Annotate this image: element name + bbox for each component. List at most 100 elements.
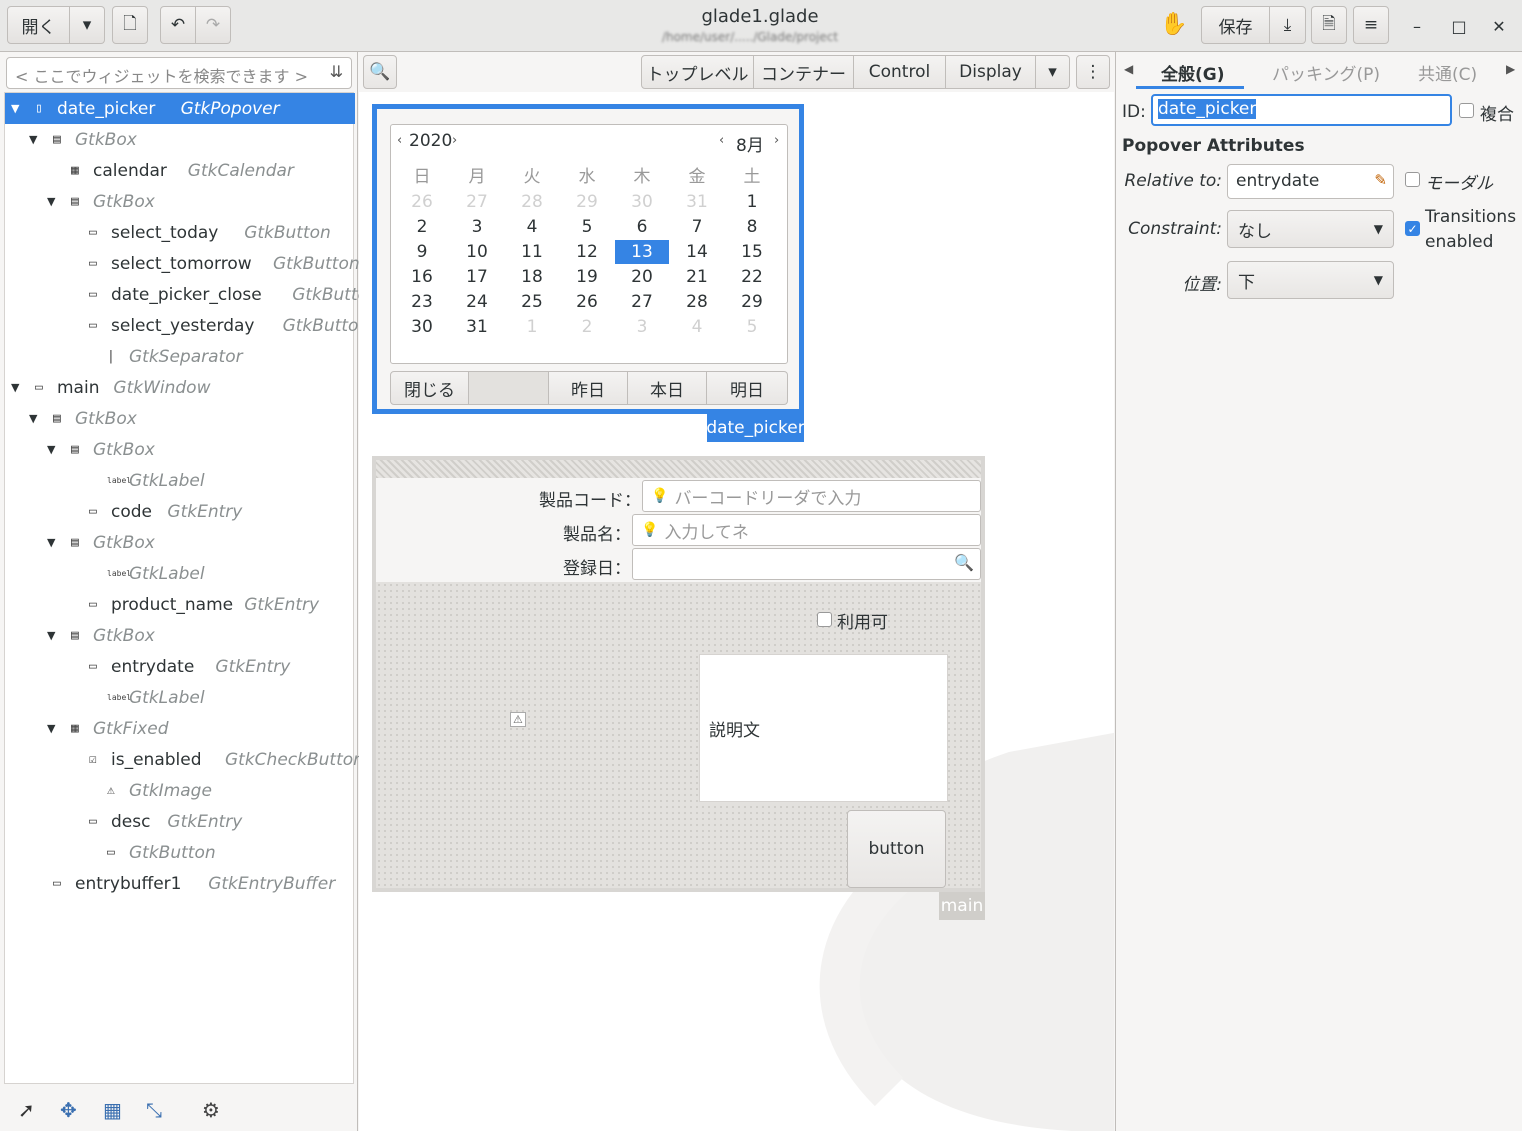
tab-control[interactable]: Control — [854, 55, 946, 89]
id-field[interactable]: date_picker — [1151, 94, 1452, 126]
calendar-day[interactable]: 27 — [450, 190, 504, 214]
tree-row[interactable]: ▭ desc GtkEntry — [5, 806, 355, 837]
palette-menu-icon[interactable]: ⋮ — [1076, 55, 1110, 89]
tab-general[interactable]: 全般(G) — [1161, 60, 1225, 85]
desc-entry[interactable]: 説明文 — [699, 654, 948, 802]
tree-row[interactable]: ▭ select_yesterday GtkButton — [5, 310, 369, 341]
constraint-combo[interactable]: なし ▼ — [1227, 210, 1394, 248]
code-entry[interactable]: 💡 バーコードリーダで入力 — [642, 480, 981, 512]
tab-scroll-left-icon[interactable]: ◀ — [1124, 62, 1133, 76]
yesterday-button[interactable]: 昨日 — [549, 371, 628, 405]
position-combo[interactable]: 下 ▼ — [1227, 261, 1394, 299]
calendar-day[interactable]: 12 — [560, 240, 614, 264]
tree-row[interactable]: ▼ ▤ GtkBox — [5, 186, 355, 217]
calendar-day[interactable]: 15 — [725, 240, 779, 264]
calendar-day[interactable]: 14 — [670, 240, 724, 264]
calendar-day[interactable]: 5 — [560, 215, 614, 239]
calendar-day[interactable]: 18 — [505, 265, 559, 289]
next-month-icon[interactable]: › — [774, 133, 779, 148]
calendar-day[interactable]: 21 — [670, 265, 724, 289]
tree-row[interactable]: ▭ product_name GtkEntry — [5, 589, 355, 620]
entrydate-entry[interactable]: 🔍 — [632, 548, 981, 580]
gears-icon[interactable]: ⚙ — [202, 1098, 220, 1122]
prev-year-icon[interactable]: ‹ — [397, 133, 402, 148]
calendar-day[interactable]: 1 — [505, 315, 559, 339]
calendar-day[interactable]: 4 — [505, 215, 559, 239]
search-icon[interactable]: 🔍 — [954, 553, 974, 572]
tree-row[interactable]: ▼ ▤ GtkBox — [5, 403, 355, 434]
calendar-day[interactable]: 30 — [615, 190, 669, 214]
new-document-icon[interactable]: 🗋 — [112, 6, 148, 44]
calendar-day[interactable]: 2 — [560, 315, 614, 339]
tree-row[interactable]: ▭ select_tomorrow GtkButton — [5, 248, 360, 279]
save-as-icon[interactable]: ⤓ — [1270, 6, 1306, 44]
calendar-day[interactable]: 17 — [450, 265, 504, 289]
tab-scroll-right-icon[interactable]: ▶ — [1506, 62, 1515, 76]
calendar-day[interactable]: 3 — [450, 215, 504, 239]
tree-row[interactable]: ▭ date_picker_close GtkButton — [5, 279, 379, 310]
main-window[interactable]: 製品コード： 💡 バーコードリーダで入力 製品名： 💡 入力してネ 登録日： 🔍… — [372, 456, 985, 892]
calendar-day[interactable]: 6 — [615, 215, 669, 239]
tree-row[interactable]: | GtkSeparator — [5, 341, 355, 372]
calendar-day[interactable]: 25 — [505, 290, 559, 314]
calendar-day[interactable]: 31 — [450, 315, 504, 339]
tree-row[interactable]: ▭ GtkButton — [5, 837, 355, 868]
tree-row[interactable]: label GtkLabel — [5, 682, 355, 713]
calendar-day[interactable]: 1 — [725, 190, 779, 214]
tab-display[interactable]: Display — [946, 55, 1036, 89]
minimize-icon[interactable]: – — [1405, 14, 1429, 38]
calendar-day[interactable]: 2 — [395, 215, 449, 239]
relative-to-field[interactable]: entrydate ✎ — [1227, 164, 1394, 199]
tree-row[interactable]: ▭ entrybuffer1 GtkEntryBuffer — [5, 868, 355, 899]
tree-row[interactable]: ▼ ▤ GtkBox — [5, 434, 355, 465]
maximize-icon[interactable]: □ — [1447, 14, 1471, 38]
expander-icon[interactable]: ▼ — [11, 381, 19, 394]
widget-search-input[interactable]: < ここでウィジェットを検索できます > ⇊ — [6, 57, 352, 89]
close-button[interactable]: 閉じる — [390, 371, 469, 405]
is-enabled-checkbox[interactable] — [817, 612, 832, 627]
calendar-day[interactable]: 27 — [615, 290, 669, 314]
tree-row[interactable]: ▭ select_today GtkButton — [5, 217, 355, 248]
tab-common[interactable]: 共通(C) — [1418, 60, 1477, 85]
calendar-day[interactable]: 28 — [670, 290, 724, 314]
calendar-day[interactable]: 29 — [560, 190, 614, 214]
tab-packing[interactable]: パッキング(P) — [1272, 60, 1380, 85]
calendar-day[interactable]: 7 — [670, 215, 724, 239]
calendar-day[interactable]: 28 — [505, 190, 559, 214]
pointer-tool-icon[interactable]: ➚ — [18, 1098, 35, 1122]
tree-row[interactable]: ▭ code GtkEntry — [5, 496, 355, 527]
calendar-day[interactable]: 5 — [725, 315, 779, 339]
prev-month-icon[interactable]: ‹ — [719, 133, 724, 148]
generic-button[interactable]: button — [847, 810, 946, 888]
calendar-day[interactable]: 13 — [615, 240, 669, 264]
calendar-day[interactable]: 22 — [725, 265, 779, 289]
tree-row[interactable]: ▼ ▤ GtkBox — [5, 620, 355, 651]
calendar-day[interactable]: 16 — [395, 265, 449, 289]
calendar-day[interactable]: 3 — [615, 315, 669, 339]
tree-row[interactable]: ▭ entrydate GtkEntry — [5, 651, 355, 682]
tree-row[interactable]: ▼ ▦ GtkFixed — [5, 713, 355, 744]
undo-icon[interactable]: ↶ — [160, 6, 196, 44]
expander-icon[interactable]: ▼ — [47, 722, 55, 735]
calendar-day[interactable]: 24 — [450, 290, 504, 314]
tree-row[interactable]: ⚠ GtkImage — [5, 775, 355, 806]
calendar-day[interactable]: 29 — [725, 290, 779, 314]
tomorrow-button[interactable]: 明日 — [707, 371, 788, 405]
product-name-entry[interactable]: 💡 入力してネ — [632, 514, 981, 546]
tab-toplevel[interactable]: トップレベル — [641, 55, 754, 89]
calendar-day[interactable]: 8 — [725, 215, 779, 239]
composite-checkbox[interactable] — [1459, 103, 1474, 118]
move-tool-icon[interactable]: ✥ — [60, 1098, 77, 1122]
calendar[interactable]: ‹ 2020 › ‹ 8月 › 日月火水木金土 26 27 28 29 30 31 1 2 3 4 5… — [390, 124, 788, 364]
calendar-day[interactable]: 4 — [670, 315, 724, 339]
redo-icon[interactable]: ↷ — [196, 6, 231, 44]
calendar-day[interactable]: 11 — [505, 240, 559, 264]
expander-icon[interactable]: ▼ — [11, 102, 19, 115]
expander-icon[interactable]: ▼ — [47, 536, 55, 549]
transitions-checkbox[interactable]: ✓ — [1405, 221, 1420, 236]
close-icon[interactable]: ✕ — [1487, 14, 1511, 38]
hamburger-menu-icon[interactable]: ≡ — [1353, 6, 1389, 44]
select-tool-icon[interactable]: ▦ — [103, 1098, 122, 1122]
calendar-day[interactable]: 9 — [395, 240, 449, 264]
calendar-day[interactable]: 20 — [615, 265, 669, 289]
